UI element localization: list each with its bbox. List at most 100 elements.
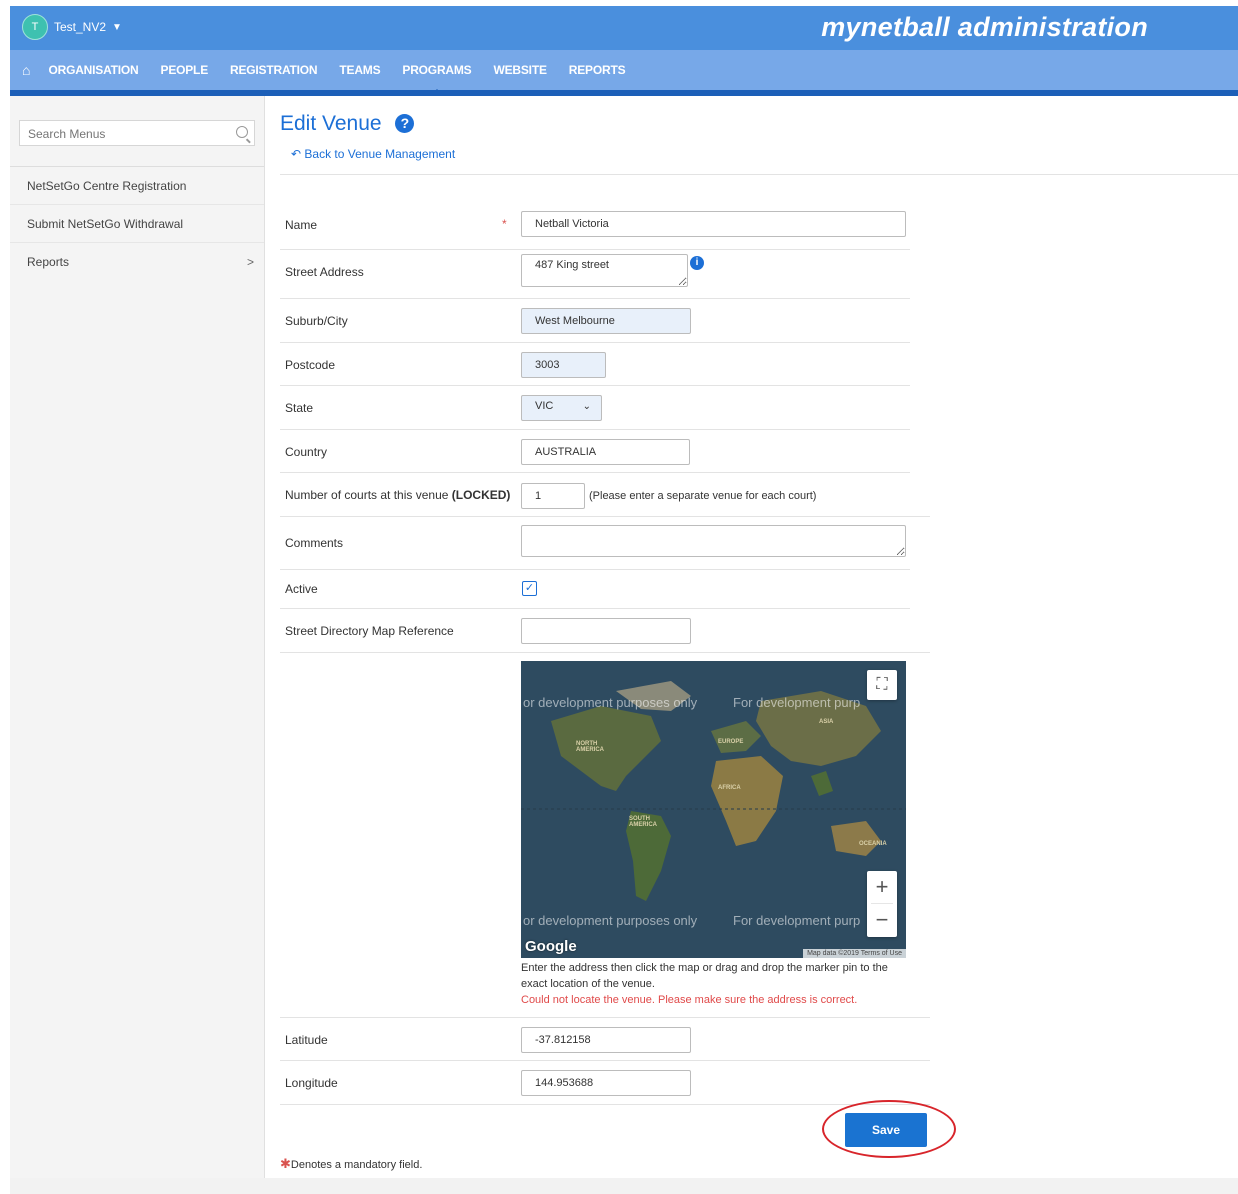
- footer-bar: [10, 1178, 1238, 1194]
- latitude-label: Latitude: [285, 1033, 328, 1047]
- account-switcher[interactable]: T Test_NV2 ▼: [22, 14, 122, 40]
- row-divider: [280, 385, 910, 386]
- row-divider: [280, 569, 910, 570]
- title-divider: [280, 174, 1238, 175]
- row-divider: [280, 516, 930, 517]
- comments-field[interactable]: [521, 525, 906, 557]
- longitude-label: Longitude: [285, 1076, 338, 1090]
- state-label: State: [285, 401, 314, 415]
- highlight-circle: [822, 1100, 956, 1158]
- street-address-label: Street Address: [285, 265, 364, 279]
- courts-field[interactable]: [521, 483, 585, 509]
- longitude-field[interactable]: [521, 1070, 691, 1096]
- help-icon[interactable]: ?: [395, 114, 415, 133]
- map-hint: Enter the address then click the map or …: [521, 962, 888, 990]
- map-reference-field[interactable]: [521, 618, 691, 644]
- chevron-down-icon: ▼: [112, 21, 122, 33]
- nav-teams[interactable]: TEAMS: [339, 63, 380, 77]
- nav-website[interactable]: WEBSITE: [493, 63, 546, 77]
- main-nav: ⌂ ORGANISATION PEOPLE REGISTRATION TEAMS…: [10, 50, 1238, 96]
- zoom-out-icon[interactable]: −: [867, 904, 897, 936]
- nav-registration[interactable]: REGISTRATION: [230, 63, 318, 77]
- zoom-in-icon[interactable]: +: [867, 871, 897, 903]
- postcode-label: Postcode: [285, 358, 336, 372]
- sidebar-item-netsetgo-registration[interactable]: NetSetGo Centre Registration: [10, 167, 264, 205]
- page-title-wrap: Edit Venue ?: [280, 112, 415, 136]
- row-divider: [280, 1017, 930, 1018]
- venue-map[interactable]: or development purposes only For develop…: [521, 661, 906, 958]
- name-label: Name: [285, 218, 318, 232]
- latitude-field[interactable]: [521, 1027, 691, 1053]
- street-address-field[interactable]: 487 King street: [521, 254, 688, 287]
- name-field[interactable]: [521, 211, 906, 237]
- sidebar: NetSetGo Centre Registration Submit NetS…: [10, 96, 265, 1178]
- suburb-label: Suburb/City: [285, 314, 348, 328]
- map-label-europe: EUROPE: [718, 739, 744, 745]
- chevron-right-icon: >: [246, 255, 254, 269]
- sidebar-item-label: Reports: [27, 255, 70, 269]
- search-input[interactable]: [20, 121, 236, 147]
- map-label-africa: AFRICA: [718, 785, 741, 791]
- nav-organisation[interactable]: ORGANISATION: [48, 63, 138, 77]
- required-asterisk-icon: *: [502, 217, 507, 231]
- sidebar-search: [19, 120, 255, 147]
- courts-label: Number of courts at this venue (LOCKED): [285, 488, 510, 502]
- suburb-field[interactable]: [521, 308, 691, 334]
- row-divider: [280, 472, 910, 473]
- row-divider: [280, 652, 930, 653]
- active-label: Active: [285, 582, 318, 596]
- map-label-south-america: SOUTH AMERICA: [629, 816, 657, 828]
- row-divider: [280, 1104, 930, 1105]
- home-icon[interactable]: ⌂: [22, 62, 30, 78]
- state-select[interactable]: VIC ⌄: [521, 395, 602, 421]
- search-icon[interactable]: [236, 126, 248, 138]
- back-arrow-icon: ↶: [291, 147, 302, 161]
- back-link[interactable]: ↶ Back to Venue Management: [291, 147, 455, 161]
- sidebar-item-reports[interactable]: Reports >: [10, 243, 264, 281]
- main-content: Edit Venue ? ↶ Back to Venue Management …: [280, 96, 1238, 1178]
- courts-locked-label: (LOCKED): [451, 488, 511, 502]
- map-error: Could not locate the venue. Please make …: [521, 994, 858, 1006]
- map-watermark: or development purposes only: [523, 695, 698, 710]
- country-label: Country: [285, 445, 328, 459]
- map-attribution[interactable]: Map data ©2019 Terms of Use: [803, 949, 906, 958]
- sidebar-item-label: Submit NetSetGo Withdrawal: [27, 217, 184, 231]
- map-watermark: For development purp: [733, 695, 861, 710]
- mandatory-note: ✱Denotes a mandatory field.: [280, 1156, 422, 1172]
- row-divider: [280, 429, 910, 430]
- info-icon[interactable]: i: [690, 256, 704, 270]
- courts-label-text: Number of courts at this venue: [285, 488, 449, 502]
- back-link-label: Back to Venue Management: [304, 147, 456, 161]
- row-divider: [280, 608, 910, 609]
- map-watermark: For development purp: [733, 913, 861, 928]
- account-name: Test_NV2: [54, 20, 107, 34]
- comments-label: Comments: [285, 536, 344, 550]
- postcode-field[interactable]: [521, 352, 606, 378]
- sidebar-item-label: NetSetGo Centre Registration: [27, 179, 187, 193]
- chevron-down-icon: ⌄: [582, 401, 591, 412]
- nav-reports[interactable]: REPORTS: [569, 63, 626, 77]
- nav-people[interactable]: PEOPLE: [161, 63, 209, 77]
- country-field[interactable]: [521, 439, 690, 465]
- map-zoom-controls: + −: [867, 871, 897, 937]
- fullscreen-icon[interactable]: ⛶: [867, 670, 897, 700]
- state-select-value: VIC: [535, 400, 554, 412]
- row-divider: [280, 249, 910, 250]
- row-divider: [280, 298, 910, 299]
- nav-programs[interactable]: PROGRAMS: [402, 63, 472, 95]
- google-logo: Google: [525, 938, 577, 955]
- courts-note: (Please enter a separate venue for each …: [589, 490, 817, 502]
- page-title: Edit Venue: [280, 112, 382, 135]
- active-checkbox[interactable]: ✓: [522, 581, 537, 596]
- row-divider: [280, 1060, 930, 1061]
- map-label-north-america: NORTH AMERICA: [576, 741, 604, 753]
- brand-title: mynetball administration: [821, 12, 1148, 42]
- map-reference-label: Street Directory Map Reference: [285, 624, 454, 638]
- map-label-asia: ASIA: [819, 719, 834, 725]
- required-asterisk-icon: ✱: [280, 1156, 291, 1171]
- row-divider: [280, 342, 910, 343]
- map-watermark: or development purposes only: [523, 913, 698, 928]
- map-label-oceania: OCEANIA: [859, 841, 887, 847]
- mandatory-note-text: Denotes a mandatory field.: [290, 1159, 423, 1171]
- sidebar-item-netsetgo-withdrawal[interactable]: Submit NetSetGo Withdrawal: [10, 205, 264, 243]
